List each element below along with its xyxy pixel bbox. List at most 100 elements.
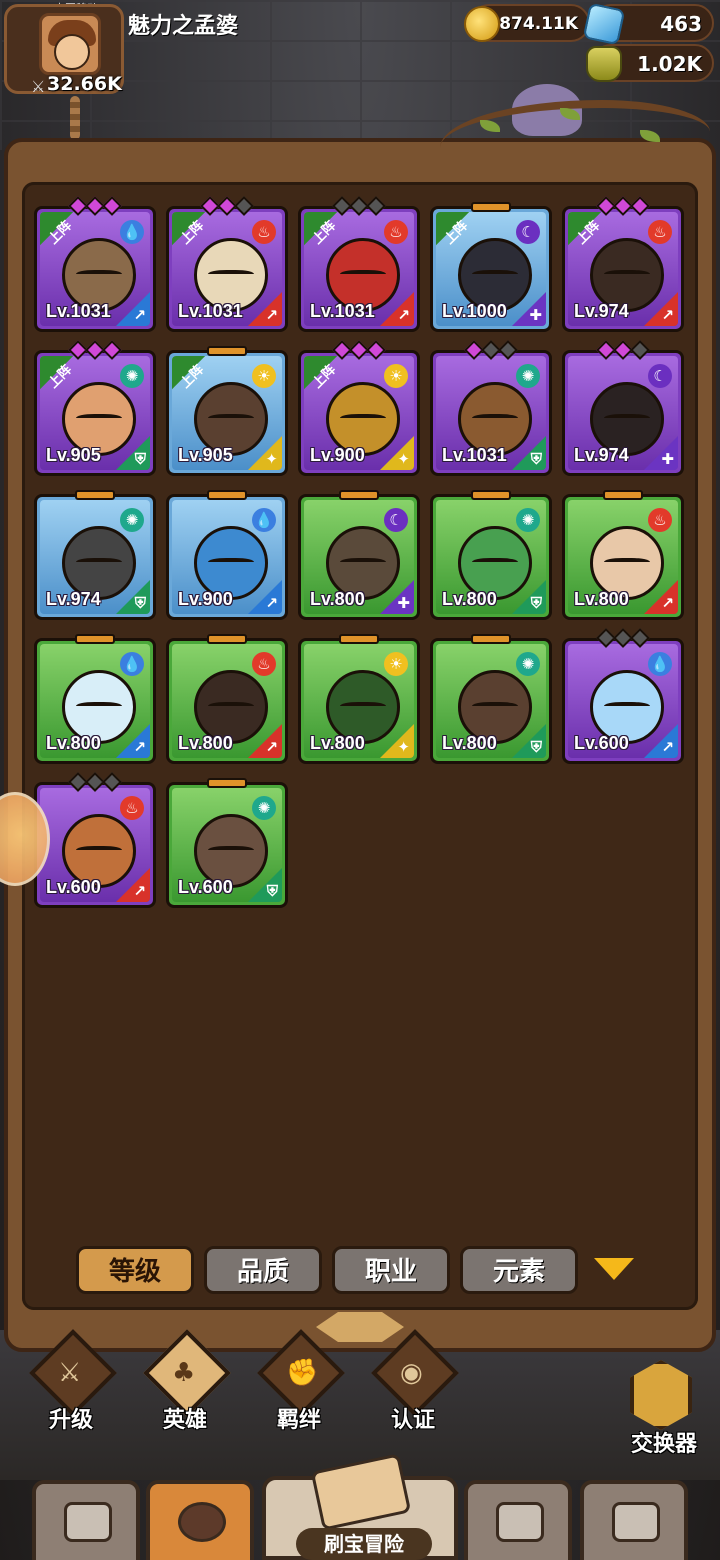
hero-eyes (340, 558, 386, 568)
fire-element-icon: ♨ (384, 220, 408, 244)
hero-card-inner: ↗ ♨ Lv.800 (568, 500, 678, 614)
hero-card-inner: ↗ 💧 Lv.900 (172, 500, 282, 614)
star-icon (102, 340, 122, 360)
chest-icon (496, 1502, 544, 1542)
sub-nav-button[interactable]: ♣ 英雄 (140, 1329, 231, 1436)
hero-card[interactable]: ⛨ ✺ 上阵 Lv.905 (34, 340, 156, 476)
hero-eyes (76, 414, 122, 424)
gold-coin-icon (464, 6, 500, 42)
hero-card-inner: ↗ ♨ Lv.800 (172, 644, 282, 758)
hero-card[interactable]: ↗ 💧 上阵 Lv.1031 (34, 196, 156, 332)
class-glyph-icon: ⛨ (530, 738, 542, 756)
hero-card[interactable]: ↗ ♨ Lv.800 (562, 490, 684, 620)
star-icon (366, 196, 386, 216)
hero-card[interactable]: ✚ ☾ Lv.800 (298, 490, 420, 620)
wind-element-icon: ✺ (252, 796, 276, 820)
fire-element-icon: ♨ (120, 796, 144, 820)
hero-card[interactable]: ✦ ☀ Lv.800 (298, 634, 420, 764)
hero-card[interactable]: ✦ ☀ 上阵 Lv.900 (298, 340, 420, 476)
sort-tab[interactable]: 等级 (76, 1246, 194, 1294)
hero-card-inner: ↗ 💧 Lv.600 (568, 644, 678, 758)
star-icon (630, 196, 650, 216)
hero-card-inner: ✚ ☾ Lv.800 (304, 500, 414, 614)
hero-eyes (208, 702, 254, 712)
star-rating (596, 628, 650, 648)
hero-eyes (340, 414, 386, 424)
hero-level: Lv.800 (310, 589, 365, 609)
star-rating (332, 196, 386, 216)
hero-card[interactable]: ↗ ♨ 上阵 Lv.974 (562, 196, 684, 332)
rope-decoration (70, 96, 80, 140)
hero-eyes (208, 558, 254, 568)
top-header: 中国移动 ⚔ 32.66K 魅力之孟婆 874.11K 463 1.02K (0, 0, 720, 100)
card-top-tab (207, 778, 247, 788)
sub-nav-button[interactable]: ◉ 认证 (368, 1329, 459, 1436)
hero-card[interactable]: ⛨ ✺ Lv.974 (34, 490, 156, 620)
card-top-tab (471, 634, 511, 644)
hero-card[interactable]: ↗ ♨ 上阵 Lv.1031 (166, 196, 288, 332)
combat-power: 32.66K (47, 73, 122, 95)
hero-card[interactable]: ↗ ♨ 上阵 Lv.1031 (298, 196, 420, 332)
forge-tab[interactable] (580, 1480, 688, 1560)
hero-card[interactable]: ↗ ♨ Lv.800 (166, 634, 288, 764)
class-glyph-icon: ↗ (133, 738, 146, 756)
eye-icon: ◉ (400, 1358, 423, 1388)
class-glyph-icon: ⛨ (266, 882, 278, 900)
hero-icon (178, 1502, 226, 1542)
adventure-tab[interactable]: 刷宝冒险 (262, 1453, 458, 1560)
sort-dropdown-arrow-icon[interactable] (594, 1258, 634, 1280)
water-element-icon: 💧 (648, 652, 672, 676)
hero-card[interactable]: ⛨ ✺ Lv.800 (430, 634, 552, 764)
sub-nav: ⚔ 升级 ♣ 英雄 ✊ 羁绊 ◉ 认证 (0, 1329, 720, 1446)
gem-counter[interactable]: 463 (582, 2, 714, 46)
star-icon (102, 196, 122, 216)
hero-card[interactable]: ✚ ☾ Lv.974 (562, 340, 684, 476)
hero-card-inner: ↗ 💧 Lv.800 (40, 644, 150, 758)
class-glyph-icon: ↗ (661, 594, 674, 612)
player-plate[interactable]: ⚔ 32.66K (4, 4, 124, 96)
light-element-icon: ☀ (252, 364, 276, 388)
sort-tab[interactable]: 品质 (204, 1246, 322, 1294)
sub-nav-label: 英雄 (162, 1408, 207, 1433)
avatar[interactable] (39, 13, 101, 75)
hero-card[interactable]: ↗ 💧 Lv.800 (34, 634, 156, 764)
star-icon (234, 196, 254, 216)
adventure-label: 刷宝冒险 (296, 1528, 432, 1560)
hero-eyes (340, 270, 386, 280)
hero-card-inner: ↗ ♨ Lv.600 (40, 788, 150, 902)
potion-counter[interactable]: 1.02K (586, 44, 714, 82)
shop-tab[interactable] (32, 1480, 140, 1560)
star-icon (630, 340, 650, 360)
hero-card[interactable]: ⛨ ✺ Lv.1031 (430, 340, 552, 476)
hero-card-inner: ↗ ♨ 上阵 Lv.1031 (172, 212, 282, 326)
sort-tab[interactable]: 职业 (332, 1246, 450, 1294)
class-glyph-icon: ⛨ (134, 594, 146, 612)
class-glyph-icon: ⛨ (530, 594, 542, 612)
hero-level: Lv.900 (178, 589, 233, 609)
hero-card[interactable]: ↗ 💧 Lv.600 (562, 628, 684, 764)
hero-eyes (208, 414, 254, 424)
hero-card[interactable]: ✚ ☾ 上阵 Lv.1000 (430, 202, 552, 332)
hero-tab[interactable] (146, 1480, 254, 1560)
hero-level: Lv.800 (442, 589, 497, 609)
exchanger-button[interactable]: 交换器 (620, 1360, 710, 1470)
hero-level: Lv.600 (574, 733, 629, 753)
hero-level: Lv.974 (574, 301, 629, 321)
gold-counter[interactable]: 874.11K (464, 4, 590, 42)
hero-card[interactable]: ⛨ ✺ Lv.600 (166, 778, 288, 908)
hero-card-inner: ✦ ☀ 上阵 Lv.900 (304, 356, 414, 470)
chest-tab[interactable] (464, 1480, 572, 1560)
hero-level: Lv.1031 (310, 301, 375, 321)
sub-nav-button[interactable]: ✊ 羁绊 (254, 1329, 345, 1436)
hero-card-inner: ↗ ♨ 上阵 Lv.1031 (304, 212, 414, 326)
hero-card-inner: ↗ 💧 上阵 Lv.1031 (40, 212, 150, 326)
sort-tab[interactable]: 元素 (460, 1246, 578, 1294)
exchanger-label: 交换器 (630, 1432, 697, 1457)
hero-card[interactable]: ✦ ☀ 上阵 Lv.905 (166, 346, 288, 476)
hero-card[interactable]: ⛨ ✺ Lv.800 (430, 490, 552, 620)
hero-eyes (604, 270, 650, 280)
hero-card[interactable]: ↗ 💧 Lv.900 (166, 490, 288, 620)
hero-card[interactable]: ↗ ♨ Lv.600 (34, 772, 156, 908)
sub-nav-button[interactable]: ⚔ 升级 (26, 1329, 117, 1436)
hero-card-inner: ⛨ ✺ Lv.1031 (436, 356, 546, 470)
